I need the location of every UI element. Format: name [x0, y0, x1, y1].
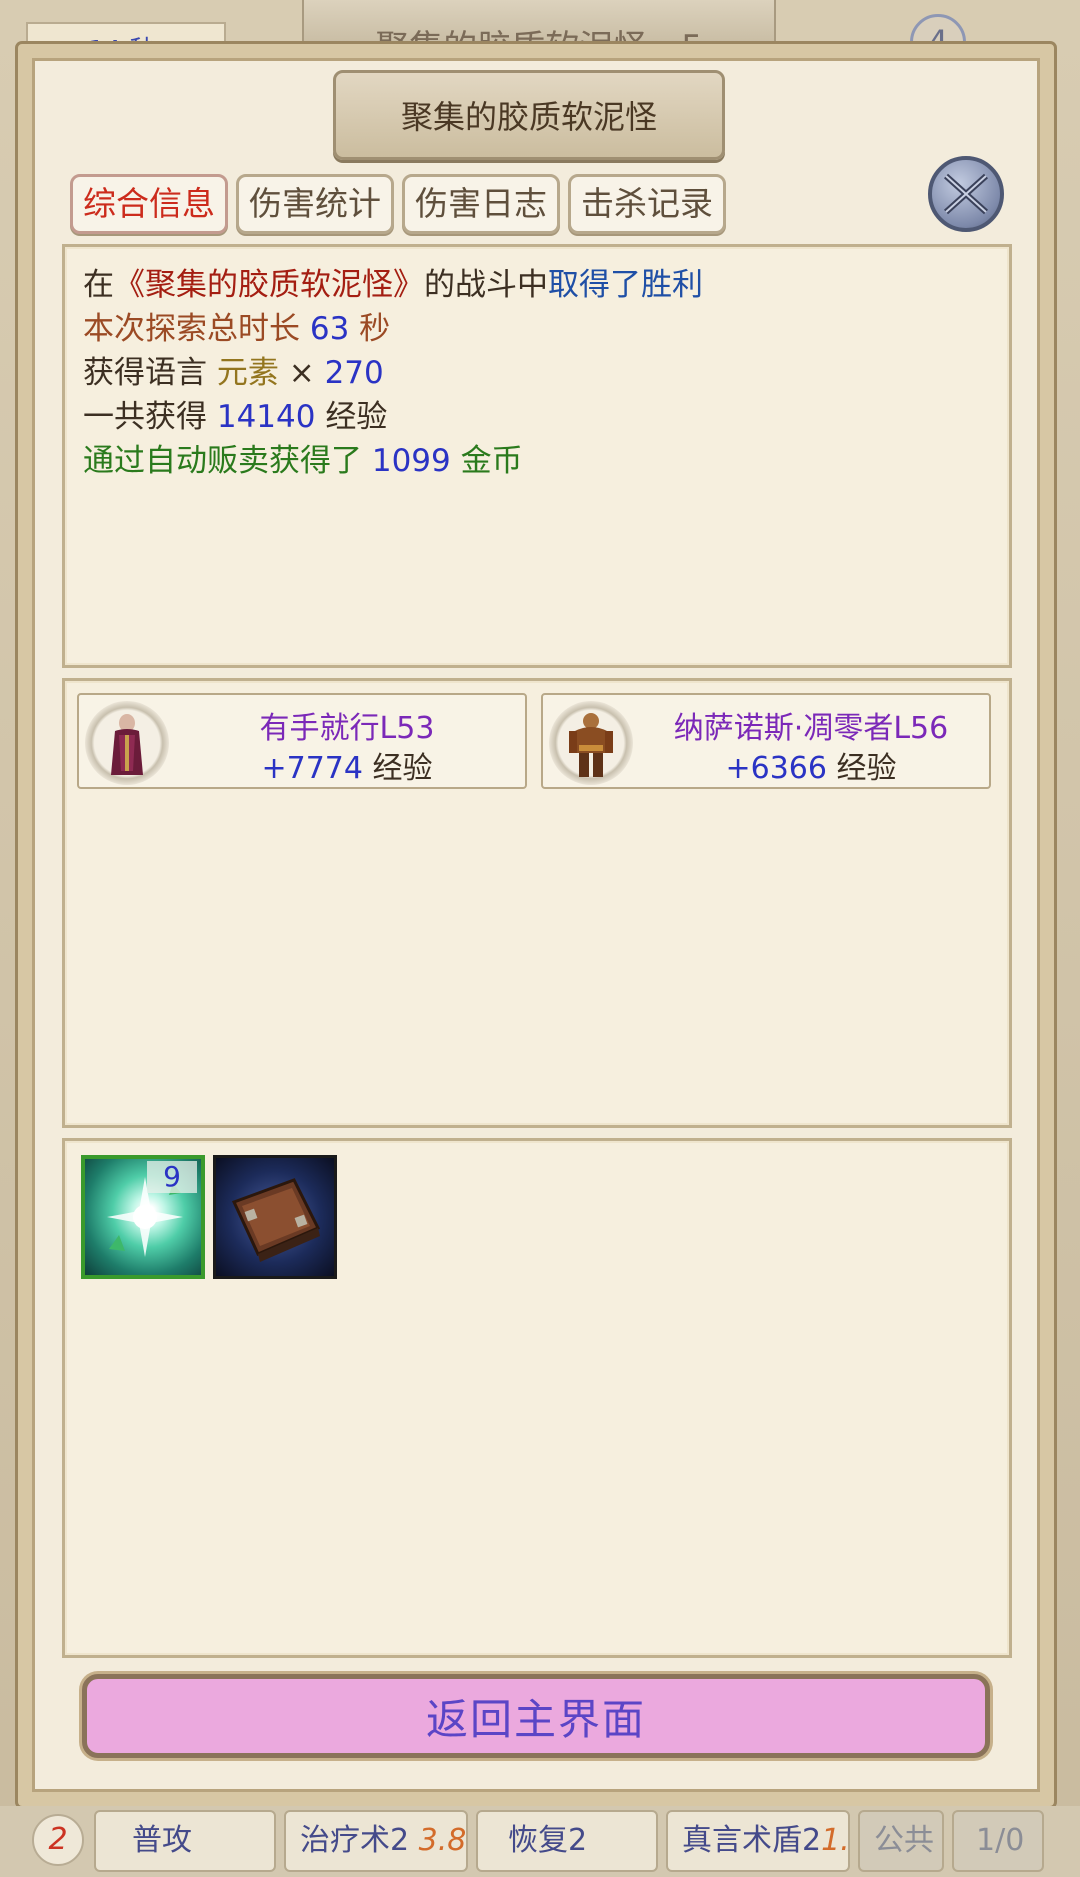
battle-result: 取得了胜利 — [548, 267, 703, 303]
loot-item[interactable] — [213, 1155, 337, 1279]
party-member-exp: +6366 经验 — [725, 751, 897, 786]
priest-portrait-icon — [111, 714, 143, 775]
skill-page-button[interactable]: 1/0 — [952, 1810, 1044, 1872]
return-main-button[interactable]: 返回主界面 — [82, 1674, 990, 1758]
party-member-name: 纳萨诺斯·凋零者L56 — [673, 711, 949, 746]
close-chain-icon — [943, 173, 989, 215]
skill-cooldown: 3.8 — [418, 1823, 467, 1858]
summary-line-experience: 一共获得 14140 经验 — [83, 399, 388, 435]
close-button[interactable] — [928, 156, 1004, 232]
action-point-counter: 2 — [32, 1814, 84, 1866]
result-tabs: 综合信息 伤害统计 伤害日志 击杀记录 — [70, 174, 726, 236]
skill-cooldown: 1.5 — [821, 1823, 850, 1858]
party-member-exp: +7774 经验 — [261, 751, 433, 786]
party-member-card[interactable]: 纳萨诺斯·凋零者L56 +6366 经验 — [541, 693, 991, 789]
avatar — [85, 701, 169, 785]
tab-overview[interactable]: 综合信息 — [70, 174, 228, 234]
background-encounter-title: 聚集的胶质软泥怪 - 5 — [302, 0, 776, 48]
loot-item[interactable]: 9 — [81, 1155, 205, 1279]
skill-heal-button[interactable]: 治疗术2 3.8 — [284, 1810, 468, 1872]
tab-damage-log[interactable]: 伤害日志 — [402, 174, 560, 234]
summary-line-language: 获得语言 元素 × 270 — [83, 355, 384, 391]
summary-line-victory: 在《聚集的胶质软泥怪》的战斗中取得了胜利 — [83, 267, 703, 303]
tab-damage-stats[interactable]: 伤害统计 — [236, 174, 394, 234]
skill-shield-button[interactable]: 真言术盾21.5 — [666, 1810, 850, 1872]
battle-summary-panel: 在《聚集的胶质软泥怪》的战斗中取得了胜利 本次探索总时长 63 秒 获得语言 元… — [62, 244, 1012, 668]
item-stack-count: 9 — [147, 1161, 197, 1193]
dialog-title: 聚集的胶质软泥怪 — [400, 98, 657, 136]
tab-kill-record[interactable]: 击杀记录 — [568, 174, 726, 234]
return-main-label: 返回主界面 — [425, 1694, 646, 1744]
skill-public-button[interactable]: 公共 — [858, 1810, 944, 1872]
loot-panel: 9 — [62, 1138, 1012, 1658]
summary-line-gold: 通过自动贩卖获得了 1099 金币 — [83, 443, 523, 479]
warrior-portrait-icon — [569, 713, 613, 777]
tome-book-icon — [231, 1178, 321, 1262]
party-member-name: 有手就行L53 — [259, 711, 435, 746]
skill-renew-button[interactable]: 恢复2 — [476, 1810, 658, 1872]
encounter-name: 《聚集的胶质软泥怪》 — [114, 267, 424, 303]
skill-action-bar: 2 普攻 治疗术2 3.8 恢复2 真言术盾21.5 公共 1/0 — [0, 1806, 1080, 1877]
avatar — [549, 701, 633, 785]
game-screen: 14 秒 聚集的胶质软泥怪 - 5 4 聚集的胶质软泥怪 综合信息 伤害统计 伤… — [0, 0, 1080, 1877]
party-member-card[interactable]: 有手就行L53 +7774 经验 — [77, 693, 527, 789]
skill-basic-attack-button[interactable]: 普攻 — [94, 1810, 276, 1872]
summary-line-duration: 本次探索总时长 63 秒 — [83, 311, 391, 347]
dialog-title-plate: 聚集的胶质软泥怪 — [333, 70, 725, 160]
party-experience-panel: 有手就行L53 +7774 经验 纳萨诺斯·凋零者L56 +6366 经验 — [62, 678, 1012, 1128]
